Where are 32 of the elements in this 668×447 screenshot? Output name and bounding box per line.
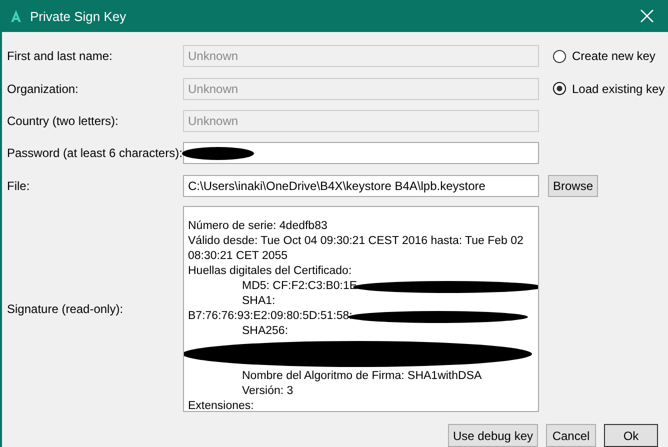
- field-label: First and last name:: [7, 49, 114, 64]
- radio-option[interactable]: Load existing key: [553, 82, 665, 96]
- signature-line: Extensiones:: [188, 400, 254, 412]
- signature-line: MD5: CF:F2:C3:B0:1E: [242, 280, 358, 292]
- field-label: Password (at least 6 characters):: [7, 146, 183, 160]
- field-label: File:: [7, 178, 31, 193]
- radio-label: Create new key: [572, 49, 656, 64]
- field-label: Country (two letters):: [7, 114, 120, 128]
- radio-label: Load existing key: [572, 82, 665, 96]
- signature-line: Huellas digitales del Certificado:: [188, 265, 352, 278]
- radio-button[interactable]: [553, 82, 566, 96]
- app-logo-icon: [10, 10, 22, 22]
- signature-line: SHA1:: [242, 295, 276, 308]
- signature-line: Número de serie: 4dedfb83: [188, 220, 328, 232]
- file-path-field[interactable]: C:\Users\inaki\OneDrive\B4X\keystore B4A\lpb.keystore: [183, 174, 539, 197]
- dialog-button[interactable]: Cancel: [546, 424, 596, 447]
- field-label: Organization:: [7, 82, 80, 96]
- dialog-button[interactable]: Use debug key: [448, 424, 538, 447]
- dialog-button[interactable]: Ok: [604, 424, 658, 447]
- signature-line: SHA256:: [242, 325, 288, 338]
- window-title: Private Sign Key: [30, 8, 128, 24]
- radio-button[interactable]: [553, 50, 566, 63]
- signature-line: Versión: 3: [242, 385, 294, 398]
- signature-line: Válido desde: Tue Oct 04 09:30:21 CEST 2016 hasta: Tue Feb 02 08:30:21 CET 2055: [188, 235, 524, 262]
- close-icon[interactable]: [640, 9, 654, 23]
- signature-text-area[interactable]: [183, 206, 539, 412]
- browse-button[interactable]: Browse: [548, 174, 598, 197]
- password-field[interactable]: [183, 142, 539, 164]
- signature-line: Nombre del Algoritmo de Firma: SHA1withDSA: [242, 370, 482, 382]
- radio-option[interactable]: Create new key: [553, 49, 656, 64]
- field-label: Signature (read-only):: [7, 302, 124, 316]
- signature-line: B7:76:76:93:E2:09:80:5D:51:58:: [188, 310, 352, 322]
